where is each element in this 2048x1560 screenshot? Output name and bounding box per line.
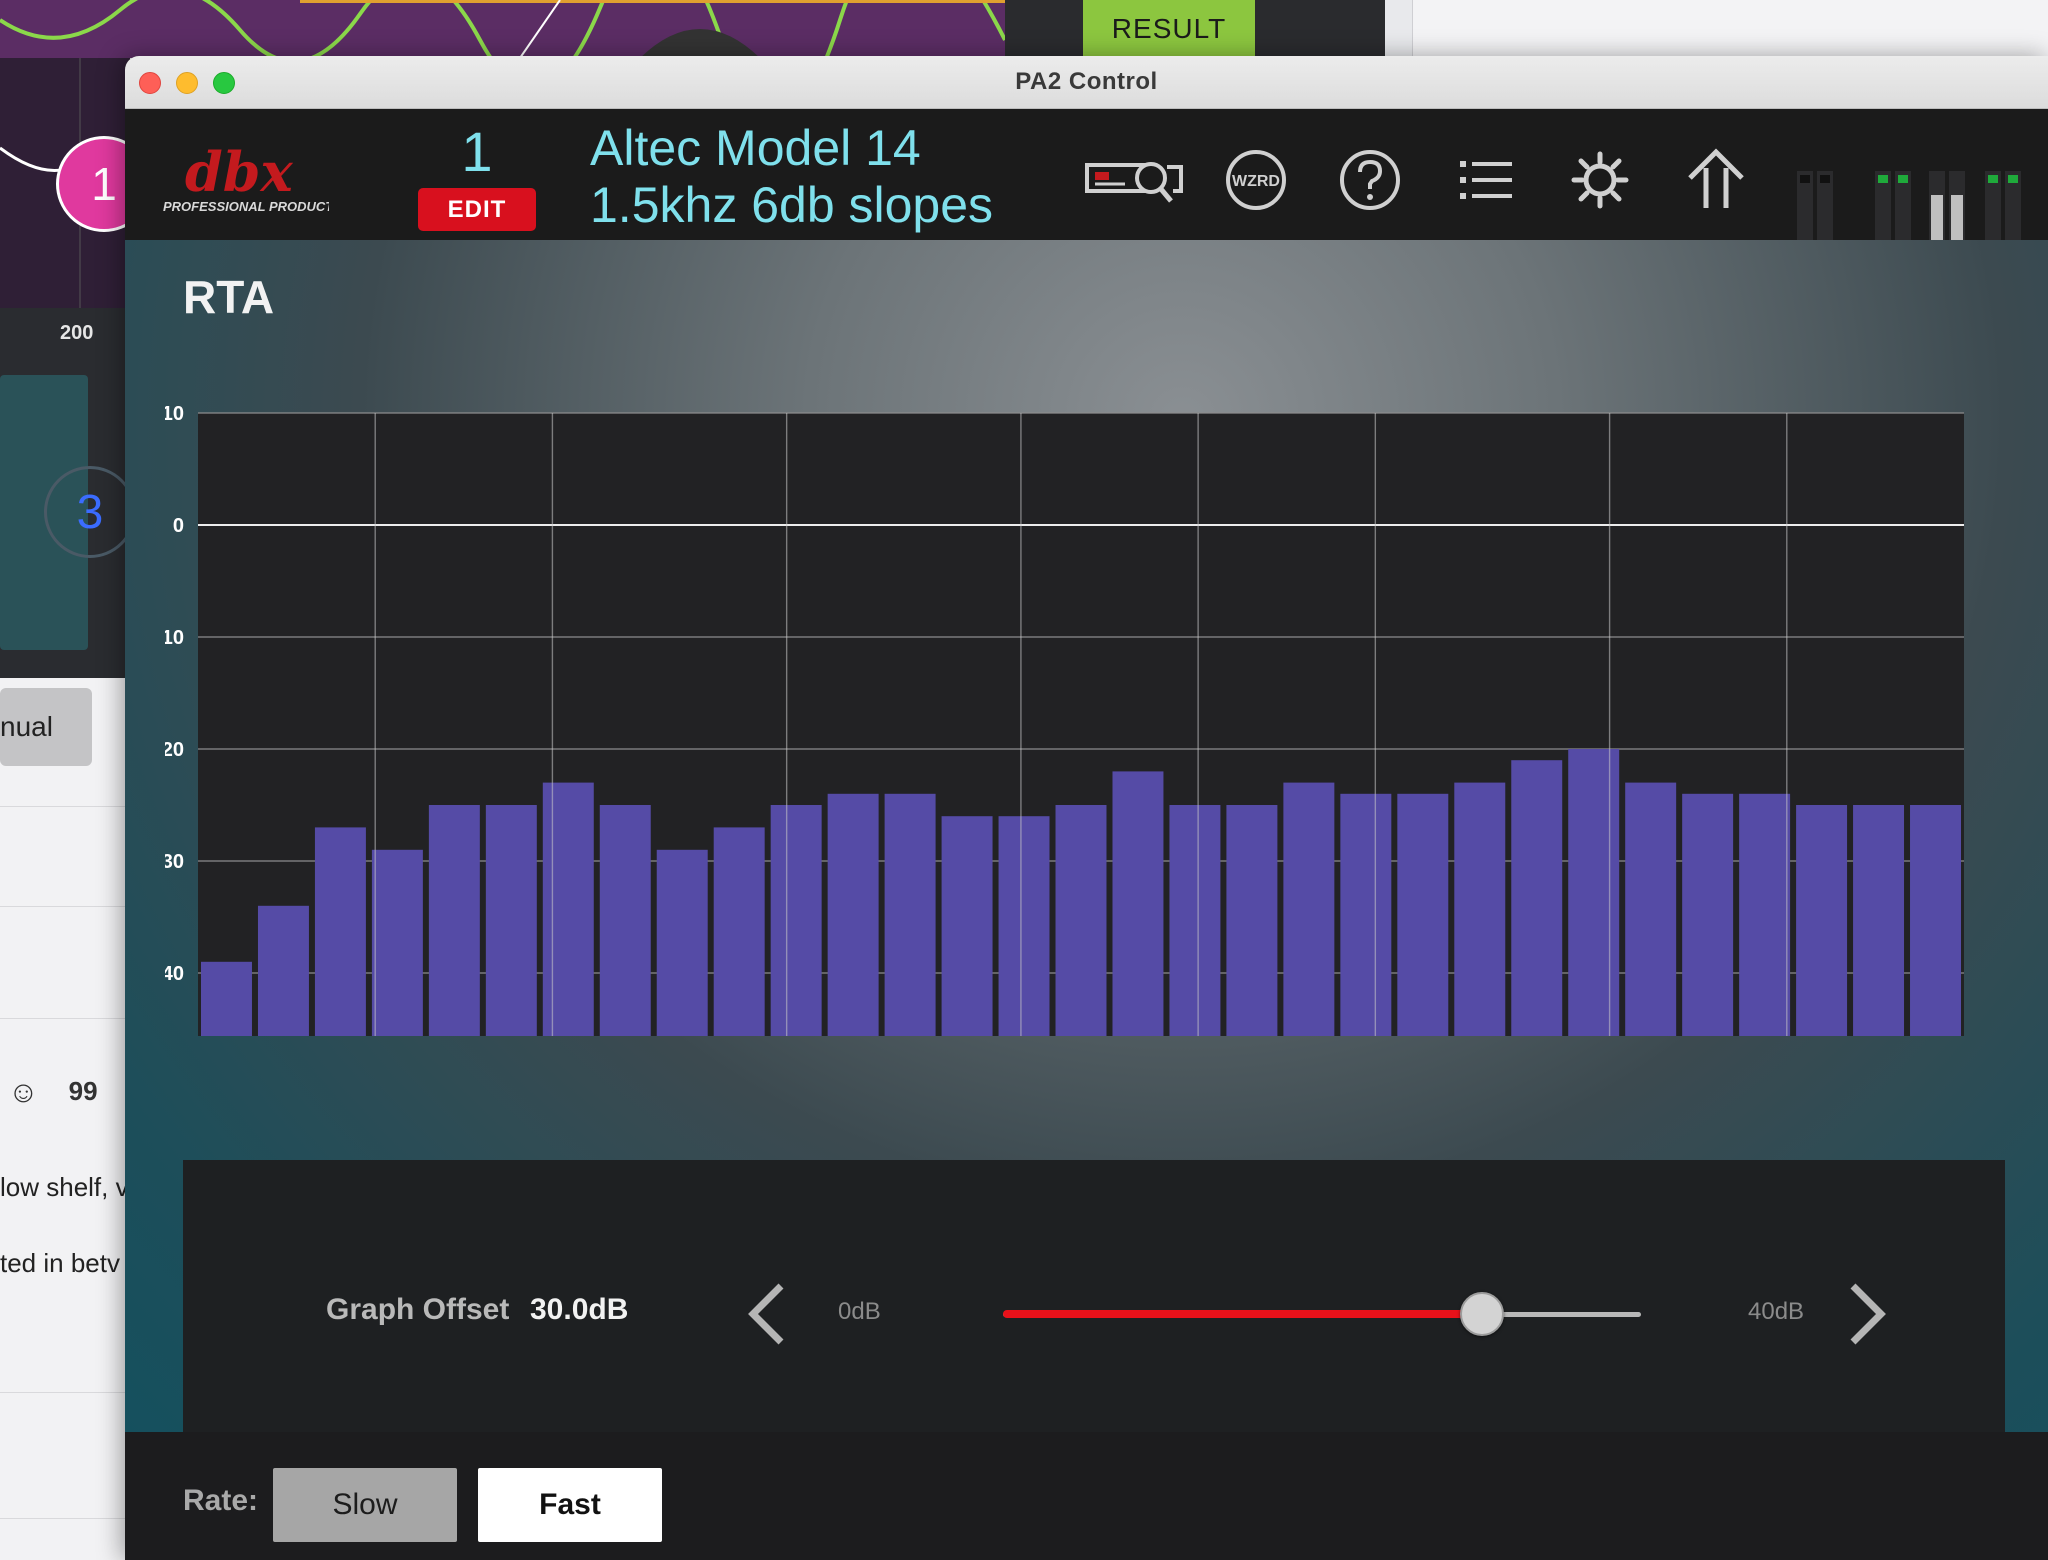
rta-bar	[1340, 793, 1392, 1036]
background-divider	[0, 1392, 130, 1393]
background-band-knob: 3	[44, 466, 136, 558]
chevron-right-icon	[1850, 1283, 1886, 1345]
smiley-icon: ☺	[8, 1076, 39, 1109]
background-divider	[0, 1518, 130, 1519]
settings-gear-icon[interactable]	[1565, 145, 1635, 215]
minimize-window-button[interactable]	[176, 72, 198, 94]
list-icon[interactable]	[1451, 145, 1521, 215]
preset-number: 1	[461, 120, 493, 183]
edit-preset-button[interactable]: EDIT	[418, 188, 536, 231]
graph-offset-min-label: 0dB	[838, 1298, 881, 1325]
rta-bar	[1226, 805, 1278, 1036]
preset-name-line2: 1.5khz 6db slopes	[590, 177, 994, 233]
decrease-offset-button[interactable]	[743, 1278, 791, 1350]
rta-bar	[1568, 749, 1620, 1036]
rta-bar	[1511, 760, 1563, 1036]
y-tick-label: -30	[165, 851, 184, 873]
increase-offset-button[interactable]	[1843, 1278, 1891, 1350]
background-manual-button: nual	[0, 688, 92, 766]
rate-slow-button[interactable]: Slow	[273, 1468, 457, 1542]
rta-bar	[770, 805, 822, 1036]
wizard-icon-text: WZRD	[1232, 173, 1280, 190]
rta-title: RTA	[183, 271, 275, 323]
background-eq-curves	[0, 0, 1005, 58]
graph-offset-slider[interactable]	[1003, 1288, 1641, 1340]
close-window-button[interactable]	[139, 72, 161, 94]
rta-bar	[998, 816, 1050, 1036]
y-tick-label: -20	[165, 739, 184, 761]
rta-bar	[428, 805, 480, 1036]
background-text: low shelf, v	[0, 1172, 129, 1202]
background-divider	[0, 806, 130, 807]
window-titlebar[interactable]: PA2 Control	[125, 56, 2048, 109]
background-toolbar: ☺ 99	[8, 1076, 98, 1110]
rta-bar	[1055, 805, 1107, 1036]
y-tick-label: 10	[165, 403, 184, 425]
preset-name-line1: Altec Model 14	[590, 120, 921, 176]
background-result-button: RESULT	[1083, 0, 1255, 58]
y-tick-label: -10	[165, 627, 184, 649]
rta-bar	[827, 793, 879, 1036]
svg-text:PROFESSIONAL PRODUCTS: PROFESSIONAL PRODUCTS	[163, 199, 329, 214]
help-icon[interactable]	[1335, 145, 1405, 215]
rta-bar	[314, 827, 366, 1036]
rta-bar	[1112, 771, 1164, 1036]
rta-bar	[1397, 793, 1449, 1036]
app-header: dbx PROFESSIONAL PRODUCTS 1 EDIT Altec M…	[125, 109, 2048, 288]
rta-bar	[1169, 805, 1221, 1036]
rate-footer: Rate: Slow Fast	[125, 1432, 2048, 1560]
rta-bar	[1625, 782, 1677, 1036]
home-icon[interactable]	[1681, 145, 1751, 215]
window-title: PA2 Control	[1015, 68, 1158, 95]
rta-bar	[1853, 805, 1905, 1036]
background-eq-graph	[0, 0, 1005, 58]
rate-label: Rate:	[183, 1484, 259, 1517]
rta-bar	[941, 816, 993, 1036]
graph-offset-max-label: 40dB	[1748, 1298, 1805, 1325]
rta-bar	[1796, 805, 1848, 1036]
slider-fill	[1003, 1310, 1482, 1318]
rta-bar	[1739, 793, 1791, 1036]
rta-bar	[485, 805, 537, 1036]
rta-bar	[201, 961, 252, 1036]
rta-bar	[371, 849, 423, 1036]
background-divider	[0, 1018, 130, 1019]
rta-bar	[656, 849, 708, 1036]
dbx-logo: dbx PROFESSIONAL PRODUCTS	[159, 140, 342, 217]
y-tick-label: -40	[165, 963, 184, 985]
svg-text:dbx: dbx	[185, 147, 294, 204]
rta-bar	[713, 827, 765, 1036]
quote-icon: 99	[68, 1076, 98, 1106]
background-text: ted in betv	[0, 1248, 120, 1278]
rta-bar	[542, 782, 594, 1036]
graph-offset-value: 30.0dB	[530, 1293, 629, 1326]
window-controls	[139, 72, 235, 94]
rta-bar	[1283, 782, 1335, 1036]
rta-bar	[599, 805, 651, 1036]
graph-offset-label: Graph Offset	[326, 1293, 510, 1326]
rta-probe-icon[interactable]	[1083, 145, 1187, 215]
dbx-logo-graphic: dbx PROFESSIONAL PRODUCTS	[163, 140, 342, 214]
rate-fast-button[interactable]: Fast	[478, 1468, 662, 1542]
rta-bar	[884, 793, 936, 1036]
background-right-window	[1412, 0, 2048, 58]
pa2-control-window: PA2 Control dbx PROFESSIONAL PRODUCTS 1 …	[125, 56, 2048, 1560]
y-tick-label: 0	[173, 515, 184, 537]
rta-bar	[1682, 793, 1734, 1036]
zoom-window-button[interactable]	[213, 72, 235, 94]
wizard-icon[interactable]: WZRD	[1221, 145, 1291, 215]
rta-bar	[257, 905, 309, 1036]
background-divider	[0, 906, 130, 907]
chevron-left-icon	[748, 1283, 784, 1345]
background-axis-label: 200	[60, 322, 94, 344]
rta-bar	[1454, 782, 1506, 1036]
slider-thumb[interactable]	[1459, 1292, 1504, 1336]
rta-content: RTA 100-10-20-30-40-502040802005001k2k5k…	[125, 240, 2048, 1466]
rta-chart-svg: 100-10-20-30-40-502040802005001k2k5k10k2…	[165, 403, 1964, 1036]
graph-offset-panel: Graph Offset 30.0dB 0dB 40dB	[183, 1160, 2005, 1466]
rta-bar	[1910, 805, 1961, 1036]
rta-chart: 100-10-20-30-40-502040802005001k2k5k10k2…	[165, 320, 1985, 1036]
